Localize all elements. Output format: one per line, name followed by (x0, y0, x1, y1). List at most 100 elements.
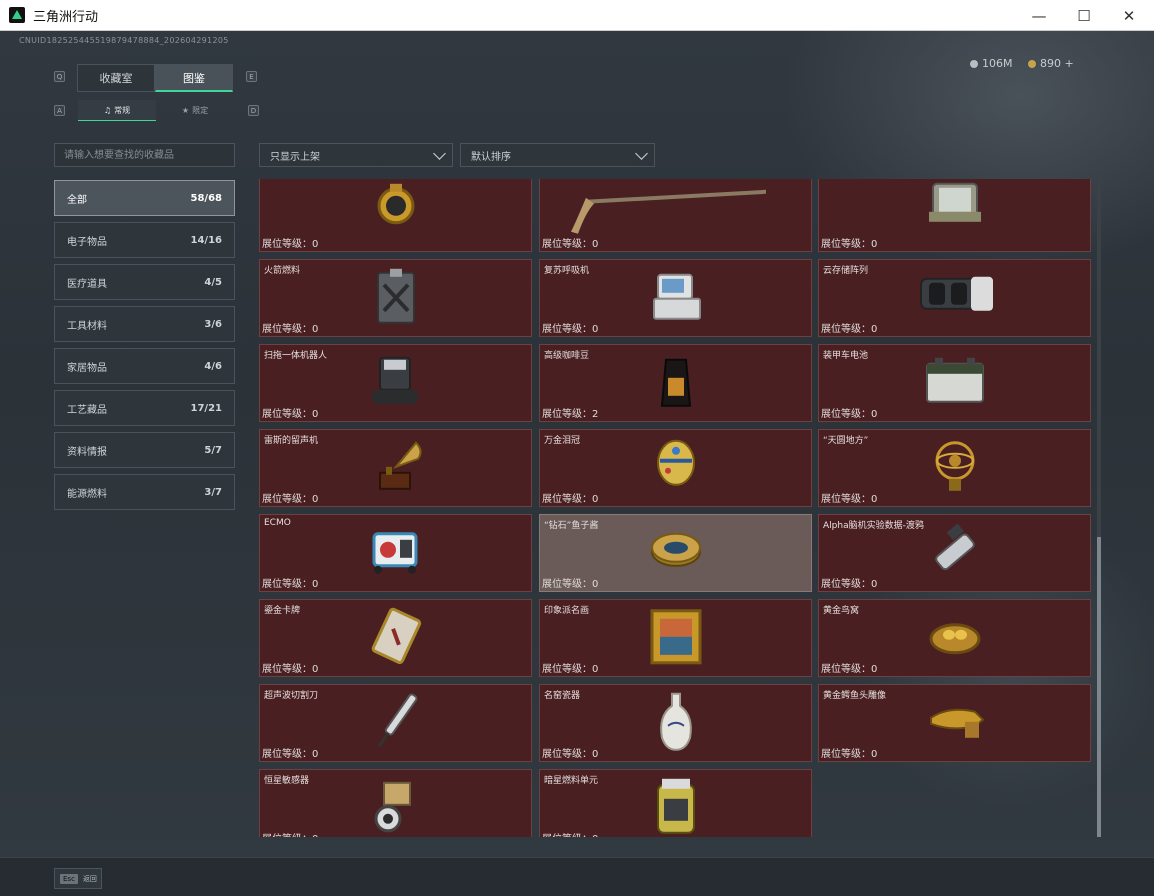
sort-value: 默认排序 (471, 151, 511, 163)
porcelain-vase-icon (646, 692, 706, 752)
display-level: 展位等级：0 (262, 664, 319, 675)
collectible-name: 鎏金卡牌 (264, 606, 301, 616)
caviar-tin-icon (646, 522, 706, 582)
tab-label: 图鉴 (183, 71, 205, 85)
collectible-card[interactable]: 复苏呼吸机展位等级：0 (539, 259, 812, 337)
collectible-card[interactable]: 鎏金卡牌展位等级：0 (259, 599, 532, 677)
tab-label: 收藏室 (99, 72, 133, 85)
collectible-name: 云存储阵列 (823, 266, 869, 276)
category-item[interactable]: 工具材料 3/6 (54, 306, 235, 342)
collectible-card[interactable]: 展位等级：0 (259, 179, 532, 252)
display-level: 展位等级：0 (821, 324, 878, 335)
tab-catalog[interactable]: 图鉴 (155, 64, 233, 92)
display-level: 展位等级：0 (262, 579, 319, 590)
back-button[interactable]: Esc 返回 (54, 868, 102, 889)
display-level: 展位等级：0 (821, 664, 878, 675)
collectible-name: 复苏呼吸机 (544, 266, 590, 276)
close-button[interactable]: ✕ (1106, 0, 1152, 31)
category-label: 电子物品 (67, 236, 107, 248)
grid-scrollbar[interactable] (1097, 179, 1101, 837)
collectible-card[interactable]: 万金泪冠 展位等级：0 (539, 429, 812, 507)
jeweled-egg-icon (646, 437, 706, 497)
currency-silver-value: 106M (982, 57, 1013, 70)
display-filter-value: 只显示上架 (270, 151, 320, 163)
collectible-card[interactable]: 雷斯的留声机 展位等级：0 (259, 429, 532, 507)
category-label: 资料情报 (67, 446, 107, 458)
display-level: 展位等级：0 (542, 324, 599, 335)
collectible-card[interactable]: 印象派名画 展位等级：0 (539, 599, 812, 677)
armillary-sphere-icon (925, 437, 985, 497)
collectible-card[interactable]: 高级咖啡豆展位等级：2 (539, 344, 812, 422)
currency-gold[interactable]: 890 + (1028, 57, 1074, 70)
category-item[interactable]: 资料情报 5/7 (54, 432, 235, 468)
key-d-hint-icon: D (248, 105, 259, 116)
app-logo-icon (9, 7, 25, 23)
collectible-name: “天圆地方” (823, 436, 869, 446)
category-item[interactable]: 电子物品 14/16 (54, 222, 235, 258)
display-level: 展位等级：0 (262, 239, 319, 250)
collectible-card[interactable]: “天圆地方” 展位等级：0 (818, 429, 1091, 507)
category-item[interactable]: 家居物品 4/6 (54, 348, 235, 384)
collectible-name: 名窑瓷器 (544, 691, 581, 701)
gramophone-icon (366, 437, 426, 497)
collectible-card[interactable]: 恒星敏感器展位等级：0 (259, 769, 532, 837)
collectible-card[interactable]: ECMO 展位等级：0 (259, 514, 532, 592)
collectible-card[interactable]: 黄金鳄鱼头雕像 展位等级：0 (818, 684, 1091, 762)
display-level: 展位等级：0 (542, 830, 598, 837)
scrollbar-thumb[interactable] (1097, 537, 1101, 837)
silver-coin-icon (970, 59, 978, 68)
display-level: 展位等级：0 (821, 239, 878, 250)
collectible-card[interactable]: 展位等级：0 (818, 179, 1091, 252)
display-level: 展位等级：0 (821, 579, 878, 590)
subtab-limited[interactable]: ★ 限定 (156, 100, 234, 121)
star-sensor-icon (366, 777, 426, 837)
collectible-card[interactable]: 展位等级：0 (539, 179, 812, 252)
collectible-card[interactable]: Alpha脑机实验数据-渡鸦 展位等级：0 (818, 514, 1091, 592)
collectible-card[interactable]: 火箭燃料 展位等级：0 (259, 259, 532, 337)
category-label: 医疗道具 (67, 278, 107, 290)
category-label: 工艺藏品 (67, 404, 107, 416)
display-level: 展位等级：0 (821, 749, 878, 760)
category-item[interactable]: 全部 58/68 (54, 180, 235, 216)
category-item[interactable]: 医疗道具 4/5 (54, 264, 235, 300)
framed-painting-icon (646, 607, 706, 667)
collectible-name: 火箭燃料 (264, 266, 301, 276)
collectible-card[interactable]: 名窑瓷器 展位等级：0 (539, 684, 812, 762)
sort-dropdown[interactable]: 默认排序 (460, 143, 655, 167)
search-input[interactable] (54, 143, 235, 167)
collectible-name: 高级咖啡豆 (544, 351, 590, 361)
collectible-card[interactable]: 装甲车电池 展位等级：0 (818, 344, 1091, 422)
collectible-name: 暗星燃料单元 (544, 776, 599, 786)
minimize-button[interactable]: — (1016, 0, 1062, 31)
tab-collection-room[interactable]: 收藏室 (77, 64, 155, 92)
golden-nest-icon (925, 607, 985, 667)
collectible-card[interactable]: 黄金鸟窝 展位等级：0 (818, 599, 1091, 677)
collectible-card[interactable]: “钻石”鱼子酱 展位等级：0 (539, 514, 812, 592)
collectible-card[interactable]: 云存储阵列展位等级：0 (818, 259, 1091, 337)
subtab-label: 限定 (192, 106, 209, 115)
gold-crocodile-icon (925, 692, 985, 752)
coffee-bag-icon (646, 352, 706, 412)
category-count: 3/6 (204, 318, 222, 330)
category-label: 全部 (67, 194, 87, 206)
category-item[interactable]: 能源燃料 3/7 (54, 474, 235, 510)
collectible-name: 雷斯的留声机 (264, 436, 319, 446)
collectible-card[interactable]: 暗星燃料单元展位等级：0 (539, 769, 812, 837)
category-count: 4/6 (204, 360, 222, 372)
window-title: 三角洲行动 (33, 9, 99, 25)
fuel-cell-icon (646, 777, 706, 837)
display-filter-dropdown[interactable]: 只显示上架 (259, 143, 453, 167)
collectible-name: 装甲车电池 (823, 351, 869, 361)
display-level: 展位等级：2 (542, 409, 599, 420)
fuel-tank-icon (366, 267, 426, 327)
subtab-regular[interactable]: ♫ 常规 (78, 100, 156, 121)
storage-array-icon (919, 267, 993, 327)
display-level: 展位等级：0 (262, 494, 319, 505)
maximize-button[interactable]: ☐ (1061, 0, 1107, 31)
display-level: 展位等级：0 (542, 494, 599, 505)
collectible-card[interactable]: 扫拖一体机器人 展位等级：0 (259, 344, 532, 422)
category-count: 17/21 (190, 402, 222, 414)
category-item[interactable]: 工艺藏品 17/21 (54, 390, 235, 426)
collectible-card[interactable]: 超声波切割刀 展位等级：0 (259, 684, 532, 762)
player-uid: CNUID182525445519879478884_202604291205 (19, 36, 229, 45)
